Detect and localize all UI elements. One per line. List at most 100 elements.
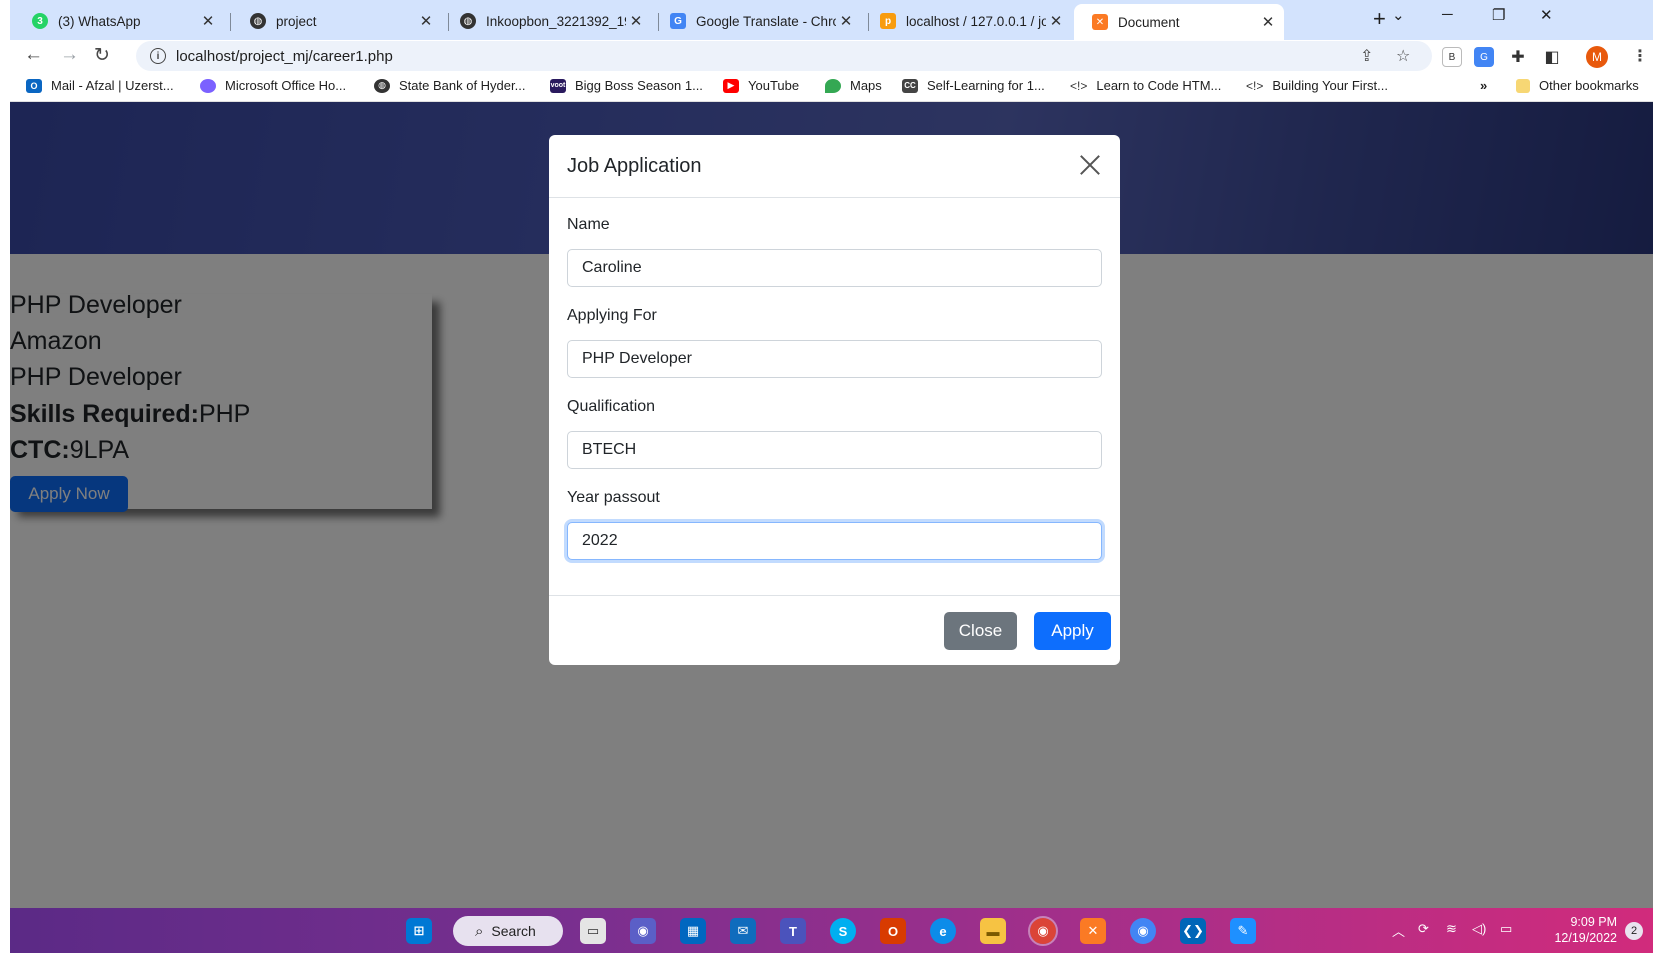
outlook-icon: O bbox=[26, 78, 42, 93]
task-view-icon[interactable]: ▭ bbox=[580, 918, 606, 944]
close-tab-icon[interactable]: ✕ bbox=[626, 12, 646, 30]
bookmark-label: State Bank of Hyder... bbox=[399, 78, 526, 93]
taskbar-clock[interactable]: 9:09 PM 12/19/2022 bbox=[1537, 914, 1617, 946]
vscode-icon[interactable]: ❮❯ bbox=[1180, 918, 1206, 944]
tab-phpmyadmin[interactable]: p localhost / 127.0.0.1 / jo ✕ bbox=[862, 6, 1072, 36]
bookmarks-bar: O Mail - Afzal | Uzerst... Microsoft Off… bbox=[10, 72, 1653, 102]
chrome-profile-icon[interactable]: ◉ bbox=[1130, 918, 1156, 944]
bookmark-label: Self-Learning for 1... bbox=[927, 78, 1045, 93]
windows-taskbar: ⊞ ⌕ Search ▭ ◉ ▦ ✉ T S O e ▬ ◉ ✕ ◉ ❮❯ ✎ … bbox=[10, 908, 1653, 953]
wifi-icon[interactable]: ≋ bbox=[1446, 921, 1457, 937]
search-icon: ⌕ bbox=[475, 922, 484, 940]
other-bookmarks[interactable]: Other bookmarks bbox=[1516, 78, 1639, 93]
apply-button[interactable]: Apply bbox=[1034, 612, 1111, 650]
tab-document[interactable]: ✕ Document ✕ bbox=[1074, 4, 1284, 40]
whatsapp-icon: 3 bbox=[32, 13, 48, 29]
tray-chevron-icon[interactable]: ︿ bbox=[1392, 921, 1405, 940]
bookmark-building[interactable]: <!> Building Your First... bbox=[1246, 78, 1388, 93]
store-icon[interactable]: ▦ bbox=[680, 918, 706, 944]
year-passout-input[interactable] bbox=[567, 522, 1102, 560]
extensions-puzzle-icon[interactable]: ✚ bbox=[1508, 47, 1528, 67]
battery-icon[interactable]: ▭ bbox=[1500, 921, 1512, 937]
paint-icon[interactable]: ✎ bbox=[1230, 918, 1256, 944]
bookmarks-overflow-button[interactable]: » bbox=[1480, 78, 1487, 93]
office-app-icon[interactable]: O bbox=[880, 918, 906, 944]
tab-title: Inkoopbon_3221392_19 bbox=[486, 13, 626, 29]
edge-icon[interactable]: e bbox=[930, 918, 956, 944]
tab-title: Google Translate - Chror bbox=[696, 13, 836, 29]
restore-button[interactable]: ❐ bbox=[1492, 6, 1505, 24]
youtube-icon: ▶ bbox=[723, 78, 739, 93]
maps-icon bbox=[825, 78, 841, 93]
share-icon[interactable]: ⇪ bbox=[1360, 46, 1373, 66]
info-icon[interactable]: i bbox=[150, 48, 166, 64]
bookmark-sbh[interactable]: ◍ State Bank of Hyder... bbox=[374, 78, 525, 93]
bookmark-star-icon[interactable]: ☆ bbox=[1396, 46, 1410, 66]
close-tab-icon[interactable]: ✕ bbox=[198, 12, 218, 30]
chrome-icon[interactable]: ◉ bbox=[1028, 916, 1058, 946]
skype-icon[interactable]: S bbox=[830, 918, 856, 944]
bookmark-bigg-boss[interactable]: voot Bigg Boss Season 1... bbox=[550, 78, 703, 93]
bookmark-office[interactable]: Microsoft Office Ho... bbox=[200, 78, 346, 93]
close-tab-icon[interactable]: ✕ bbox=[416, 12, 436, 30]
clock-date: 12/19/2022 bbox=[1554, 931, 1617, 945]
bookmark-self-learning[interactable]: CC Self-Learning for 1... bbox=[902, 78, 1045, 93]
mail-icon[interactable]: ✉ bbox=[730, 918, 756, 944]
bookmark-maps[interactable]: Maps bbox=[825, 78, 882, 93]
bookmark-label: Building Your First... bbox=[1272, 78, 1388, 93]
url-text: localhost/project_mj/career1.php bbox=[176, 47, 393, 65]
tab-project[interactable]: ◍ project ✕ bbox=[232, 6, 442, 36]
reload-button[interactable]: ↻ bbox=[94, 44, 110, 67]
phpmyadmin-icon: p bbox=[880, 13, 896, 29]
menu-kebab-icon[interactable]: ⋮ bbox=[1632, 46, 1648, 66]
close-tab-icon[interactable]: ✕ bbox=[1258, 13, 1278, 31]
extension-b-icon[interactable]: B bbox=[1442, 47, 1462, 67]
file-explorer-icon[interactable]: ▬ bbox=[980, 918, 1006, 944]
job-application-modal: Job Application Name Applying For Qualif… bbox=[549, 135, 1120, 665]
office-icon bbox=[200, 78, 216, 93]
sync-icon[interactable]: ⟳ bbox=[1418, 921, 1429, 937]
qualification-label: Qualification bbox=[567, 398, 656, 415]
address-bar[interactable]: i localhost/project_mj/career1.php bbox=[136, 41, 1432, 71]
bookmark-label: Bigg Boss Season 1... bbox=[575, 78, 703, 93]
globe-icon: ◍ bbox=[250, 13, 266, 29]
bookmark-label: Other bookmarks bbox=[1539, 78, 1639, 93]
chat-icon[interactable]: ◉ bbox=[630, 918, 656, 944]
taskbar-search[interactable]: ⌕ Search bbox=[453, 916, 563, 946]
forward-button[interactable]: → bbox=[60, 44, 79, 66]
tab-inkoopbon[interactable]: ◍ Inkoopbon_3221392_19 ✕ bbox=[442, 6, 652, 36]
minimize-button[interactable]: ─ bbox=[1442, 6, 1453, 23]
tab-google-translate[interactable]: G Google Translate - Chror ✕ bbox=[652, 6, 862, 36]
bookmark-youtube[interactable]: ▶ YouTube bbox=[723, 78, 799, 93]
close-window-button[interactable]: ✕ bbox=[1540, 6, 1553, 24]
volume-icon[interactable]: ◁) bbox=[1472, 921, 1486, 937]
tab-whatsapp[interactable]: 3 (3) WhatsApp ✕ bbox=[14, 6, 224, 36]
bookmark-mail[interactable]: O Mail - Afzal | Uzerst... bbox=[26, 78, 174, 93]
teams-icon[interactable]: T bbox=[780, 918, 806, 944]
bookmark-label: Mail - Afzal | Uzerst... bbox=[51, 78, 174, 93]
xampp-icon[interactable]: ✕ bbox=[1080, 918, 1106, 944]
side-panel-icon[interactable]: ◧ bbox=[1542, 47, 1562, 67]
browser-toolbar: ← → ↻ i localhost/project_mj/career1.php… bbox=[10, 40, 1653, 72]
tab-search-icon[interactable]: ⌄ bbox=[1392, 6, 1405, 24]
applying-for-input[interactable] bbox=[567, 340, 1102, 378]
tab-strip: 3 (3) WhatsApp ✕ ◍ project ✕ ◍ Inkoopbon… bbox=[10, 0, 1653, 40]
close-icon[interactable] bbox=[1076, 151, 1104, 179]
code-icon: <!> bbox=[1246, 78, 1264, 93]
back-button[interactable]: ← bbox=[24, 44, 43, 66]
windows-start-icon[interactable]: ⊞ bbox=[406, 918, 432, 944]
close-button[interactable]: Close bbox=[944, 612, 1017, 650]
translate-extension-icon[interactable]: G bbox=[1474, 47, 1494, 67]
globe-icon: ◍ bbox=[374, 78, 390, 93]
window-left-edge bbox=[0, 0, 10, 953]
modal-title: Job Application bbox=[567, 154, 702, 177]
name-input[interactable] bbox=[567, 249, 1102, 287]
bookmark-learn-html[interactable]: <!> Learn to Code HTM... bbox=[1070, 78, 1221, 93]
profile-avatar[interactable]: M bbox=[1586, 46, 1608, 68]
close-tab-icon[interactable]: ✕ bbox=[1046, 12, 1066, 30]
modal-header: Job Application bbox=[549, 135, 1120, 198]
qualification-input[interactable] bbox=[567, 431, 1102, 469]
notification-badge[interactable]: 2 bbox=[1625, 922, 1643, 940]
new-tab-button[interactable]: + bbox=[1373, 6, 1386, 32]
close-tab-icon[interactable]: ✕ bbox=[836, 12, 856, 30]
